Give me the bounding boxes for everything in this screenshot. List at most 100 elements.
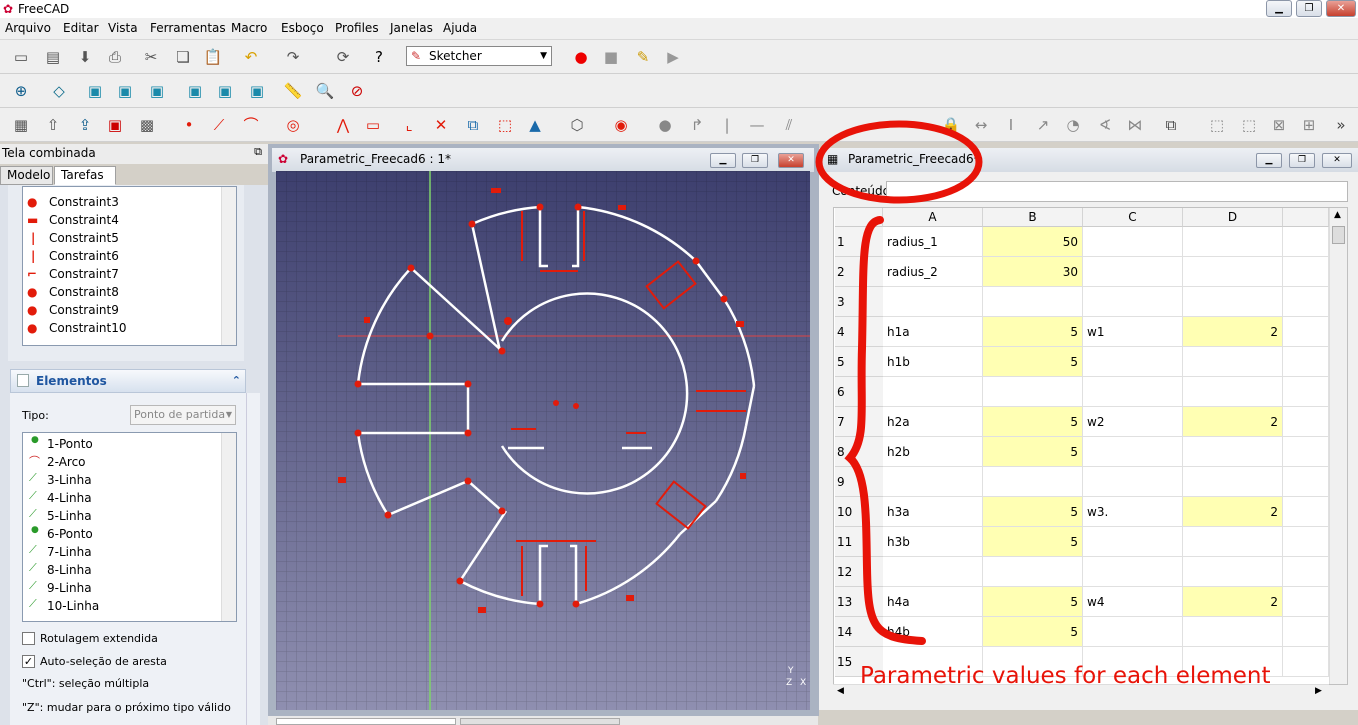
list-item[interactable]: 9-Linha	[47, 579, 92, 597]
task-panel-scrollbar[interactable]	[246, 393, 260, 725]
constraint-point-on-object-icon[interactable]: ↱	[686, 114, 708, 136]
menu-ferramentas[interactable]: Ferramentas	[150, 21, 226, 35]
table-cell[interactable]	[1183, 347, 1283, 377]
table-cell[interactable]: 5	[983, 317, 1083, 347]
list-item[interactable]: ▬ Constraint4	[27, 211, 236, 229]
select-conflicting-icon[interactable]: ⊠	[1268, 114, 1290, 136]
list-item[interactable]: | Constraint5	[31, 229, 236, 247]
maximize-button[interactable]: ❐	[1296, 0, 1322, 17]
table-cell[interactable]	[1083, 557, 1183, 587]
carbon-copy-icon[interactable]: ⬚	[494, 114, 516, 136]
list-item[interactable]: 6-Ponto	[47, 525, 93, 543]
refresh-icon[interactable]: ⟳	[332, 46, 354, 68]
circle-icon[interactable]: ◎	[282, 114, 304, 136]
fit-all-icon[interactable]: ⊕	[10, 80, 32, 102]
table-cell[interactable]	[1083, 347, 1183, 377]
elements-list[interactable]: ● 1-Ponto ⌒ 2-Arco ⟋ 3-Linha ⟋ 4-Linha ⟋…	[22, 432, 237, 622]
select-redundant-icon[interactable]: ⊞	[1298, 114, 1320, 136]
table-cell[interactable]: 2	[1183, 587, 1283, 617]
arc-icon[interactable]: ⌒	[240, 114, 262, 136]
open-file-icon[interactable]: ▤	[42, 46, 64, 68]
scroll-right-icon[interactable]: ▶	[1315, 686, 1322, 696]
column-header[interactable]: B	[983, 208, 1083, 227]
draw-style-icon[interactable]: ⊘	[346, 80, 368, 102]
select-constraints-icon[interactable]: ⬚	[1206, 114, 1228, 136]
table-cell[interactable]	[1183, 557, 1283, 587]
right-view-icon[interactable]: ▣	[146, 80, 168, 102]
measure-icon[interactable]: 📏	[282, 80, 304, 102]
menu-macro[interactable]: Macro	[231, 21, 267, 35]
table-cell[interactable]: w1	[1083, 317, 1183, 347]
sketch-canvas[interactable]: Y Z X	[276, 171, 810, 710]
collapse-icon[interactable]: ⌃	[232, 370, 241, 392]
table-cell[interactable]: 5	[983, 407, 1083, 437]
front-view-icon[interactable]: ▣	[84, 80, 106, 102]
top-view-icon[interactable]: ▣	[114, 80, 136, 102]
sketch-maximize-button[interactable]: ❐	[742, 153, 768, 168]
list-item[interactable]: 10-Linha	[47, 597, 99, 615]
table-cell[interactable]	[983, 287, 1083, 317]
table-cell[interactable]	[1283, 377, 1329, 407]
table-cell[interactable]	[1083, 227, 1183, 257]
table-cell[interactable]	[1183, 377, 1283, 407]
table-cell[interactable]	[1083, 257, 1183, 287]
external-geometry-icon[interactable]: ⧉	[462, 114, 484, 136]
table-cell[interactable]	[1083, 287, 1183, 317]
table-cell[interactable]	[1283, 227, 1329, 257]
scroll-up-icon[interactable]: ▲	[1334, 210, 1341, 220]
table-cell[interactable]	[1283, 467, 1329, 497]
table-cell[interactable]	[983, 557, 1083, 587]
table-cell[interactable]	[1283, 557, 1329, 587]
constraints-list[interactable]: ● Constraint3 ▬ Constraint4 | Constraint5 |…	[22, 186, 237, 346]
table-cell[interactable]	[1183, 437, 1283, 467]
constraints-scrollbar[interactable]	[221, 187, 236, 345]
validate-sketch-icon[interactable]: ▩	[136, 114, 158, 136]
view-sketch-icon[interactable]: ▣	[104, 114, 126, 136]
list-item[interactable]: 5-Linha	[47, 507, 92, 525]
toolbar-overflow-icon[interactable]: »	[1330, 114, 1352, 136]
undock-icon[interactable]: ⧉	[254, 145, 262, 159]
list-item[interactable]: ● Constraint9	[27, 301, 236, 319]
scroll-left-icon[interactable]: ◀	[837, 686, 844, 696]
table-cell[interactable]	[1283, 527, 1329, 557]
tab-sketch-document[interactable]	[276, 718, 456, 725]
list-item[interactable]: ⌐ Constraint7	[27, 265, 236, 283]
table-cell[interactable]	[1283, 287, 1329, 317]
menu-ajuda[interactable]: Ajuda	[443, 21, 477, 35]
constraint-coincident-icon[interactable]: ●	[654, 114, 676, 136]
scroll-thumb[interactable]	[1332, 226, 1345, 244]
close-button[interactable]: ✕	[1326, 0, 1356, 17]
table-cell[interactable]	[1183, 287, 1283, 317]
constraint-radius-icon[interactable]: ◔	[1062, 114, 1084, 136]
elements-panel-header[interactable]: Elementos ⌃	[10, 369, 246, 393]
rectangle-icon[interactable]: ▭	[362, 114, 384, 136]
map-sketch-icon[interactable]: ⇪	[74, 114, 96, 136]
list-item[interactable]: ● Constraint8	[27, 283, 236, 301]
slot-icon[interactable]: ◉	[610, 114, 632, 136]
new-sketch-icon[interactable]: ▦	[10, 114, 32, 136]
construction-icon[interactable]: ▲	[524, 114, 546, 136]
table-cell[interactable]	[983, 377, 1083, 407]
table-cell[interactable]	[1083, 437, 1183, 467]
table-cell[interactable]: 50	[983, 227, 1083, 257]
list-item[interactable]: 7-Linha	[47, 543, 92, 561]
table-cell[interactable]	[1283, 647, 1329, 677]
table-cell[interactable]	[1283, 437, 1329, 467]
tab-modelo[interactable]: Modelo	[0, 166, 53, 185]
edit-macro-icon[interactable]: ✎	[632, 46, 654, 68]
undo-icon[interactable]: ↶	[240, 46, 262, 68]
constraint-horizontal-icon[interactable]: —	[746, 114, 768, 136]
table-cell[interactable]	[1183, 227, 1283, 257]
run-macro-icon[interactable]: ▶	[662, 46, 684, 68]
autoselect-checkbox[interactable]: ✓	[22, 655, 35, 668]
menu-esboco[interactable]: Esboço	[281, 21, 324, 35]
elements-scrollbar[interactable]	[221, 433, 236, 621]
table-cell[interactable]: 2	[1183, 497, 1283, 527]
tab-sheet-document[interactable]	[460, 718, 620, 725]
table-cell[interactable]	[1283, 497, 1329, 527]
polygon-icon[interactable]: ⬡	[566, 114, 588, 136]
table-cell[interactable]: 5	[983, 527, 1083, 557]
table-cell[interactable]: 5	[983, 617, 1083, 647]
list-item[interactable]: | Constraint6	[31, 247, 236, 265]
point-icon[interactable]: •	[178, 114, 200, 136]
